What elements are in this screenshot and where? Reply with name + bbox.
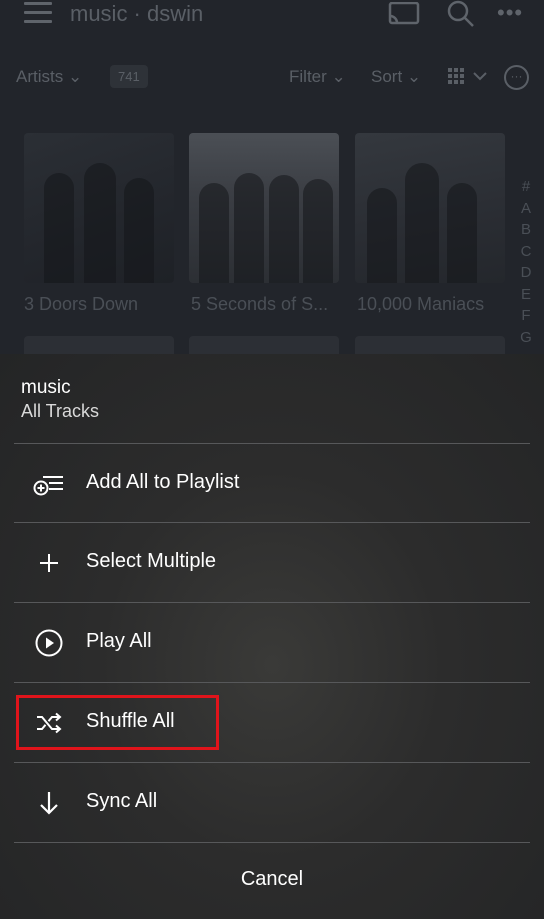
alphabet-letter[interactable]: C — [517, 241, 535, 263]
alphabet-letter[interactable]: D — [517, 262, 535, 284]
cancel-button[interactable]: Cancel — [0, 868, 544, 891]
sort-label: Sort — [371, 67, 403, 86]
sheet-subtitle: All Tracks — [21, 401, 100, 421]
hamburger-menu-icon[interactable] — [24, 2, 52, 24]
artist-name[interactable]: 5 Seconds of S... — [191, 294, 341, 315]
artist-artwork[interactable] — [24, 133, 174, 283]
alphabet-letter[interactable]: A — [517, 198, 535, 220]
chevron-down-icon: ⌄ — [67, 67, 83, 86]
sort-dropdown[interactable]: Sort ⌄ — [371, 67, 421, 87]
play-circle-icon — [33, 629, 65, 657]
alphabet-letter[interactable]: G — [517, 327, 535, 349]
sheet-title: music — [21, 377, 71, 398]
select-multiple-item[interactable]: Select Multiple — [14, 523, 530, 602]
add-to-playlist-icon — [33, 470, 65, 498]
artist-artwork[interactable] — [189, 336, 339, 356]
shuffle-all-highlight-box — [16, 695, 219, 750]
cast-icon[interactable] — [388, 1, 420, 31]
play-all-item[interactable]: Play All — [14, 603, 530, 682]
more-options-icon[interactable]: ••• — [497, 0, 523, 26]
search-icon[interactable] — [447, 0, 475, 33]
artist-name[interactable]: 3 Doors Down — [24, 294, 174, 315]
item-label: Sync All — [86, 790, 158, 812]
overflow-icon[interactable]: ··· — [504, 65, 529, 90]
chevron-down-icon: ⌄ — [331, 67, 346, 86]
item-label: Play All — [86, 630, 152, 652]
divider — [14, 842, 530, 843]
artists-label: Artists — [16, 67, 64, 86]
artist-artwork[interactable] — [355, 133, 505, 283]
item-label: Add All to Playlist — [86, 471, 240, 493]
download-arrow-icon — [33, 789, 65, 817]
alphabet-index[interactable]: # A B C D E F G — [517, 176, 535, 348]
item-label: Select Multiple — [86, 550, 217, 572]
artist-count-badge: 741 — [110, 65, 148, 88]
artists-dropdown[interactable]: Artists ⌄ — [16, 67, 82, 87]
plus-icon — [33, 549, 65, 577]
action-sheet: music All Tracks Add All to Playlist Sel… — [0, 354, 544, 919]
grid-view-icon[interactable] — [448, 67, 488, 90]
alphabet-letter[interactable]: E — [517, 284, 535, 306]
alphabet-letter[interactable]: B — [517, 219, 535, 241]
chevron-down-icon: ⌄ — [406, 67, 422, 86]
filter-bar: Artists ⌄ 741 Filter ⌄ Sort ⌄ ··· — [0, 62, 544, 94]
filter-label: Filter — [289, 67, 327, 86]
add-all-to-playlist-item[interactable]: Add All to Playlist — [14, 444, 530, 523]
sync-all-item[interactable]: Sync All — [14, 763, 530, 842]
artist-artwork[interactable] — [355, 336, 505, 356]
alphabet-letter[interactable]: F — [517, 305, 535, 327]
filter-dropdown[interactable]: Filter ⌄ — [289, 67, 346, 87]
top-bar: music · dswin ••• — [0, 0, 544, 40]
alphabet-letter[interactable]: # — [517, 176, 535, 198]
artist-artwork[interactable] — [24, 336, 174, 356]
sheet-header: music All Tracks — [21, 376, 99, 424]
app-title: music · dswin — [70, 1, 204, 26]
artist-name[interactable]: 10,000 Maniacs — [357, 294, 507, 315]
artist-artwork[interactable] — [189, 133, 339, 283]
